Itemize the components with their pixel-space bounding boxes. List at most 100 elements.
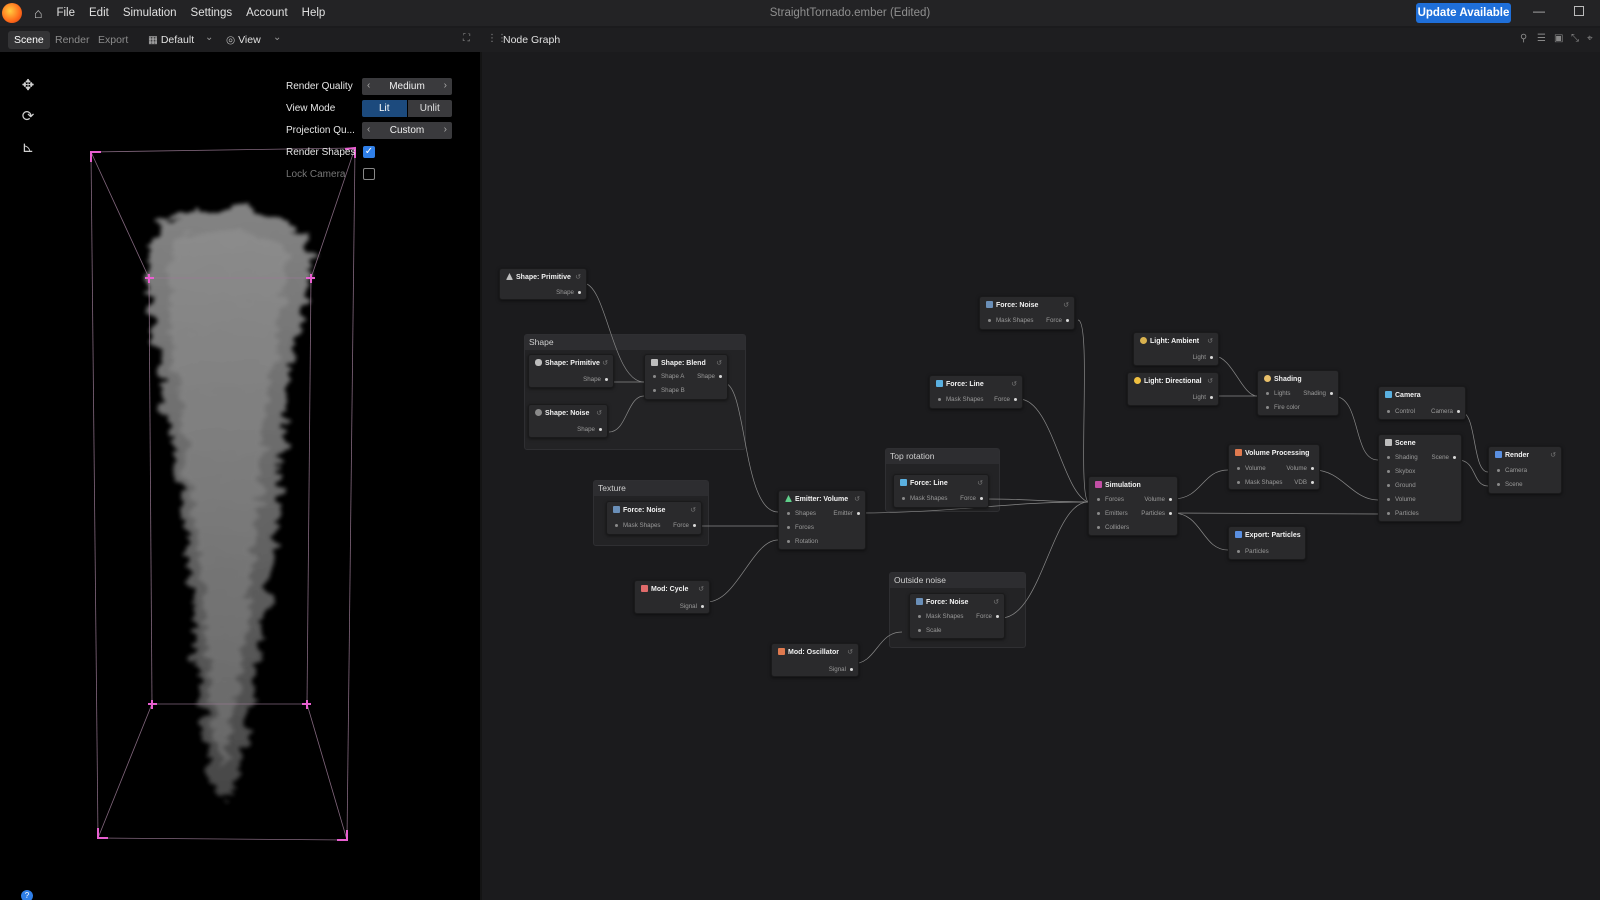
port-out-shape[interactable]: Shape xyxy=(583,376,608,383)
menu-file[interactable]: File xyxy=(56,7,75,19)
port-out-shape[interactable]: Shape xyxy=(697,373,722,380)
app-logo-icon[interactable] xyxy=(2,3,22,23)
move-icon[interactable]: ✥ xyxy=(20,78,36,94)
node-mod-oscillator[interactable]: Mod: Oscillator ↺ Signal xyxy=(771,643,859,677)
collapse-icon[interactable]: ⤡ xyxy=(1571,34,1581,44)
port-in-shape-b[interactable]: Shape B xyxy=(653,387,685,394)
port-out-force[interactable]: Force xyxy=(960,495,983,502)
port-in-forces[interactable]: Forces xyxy=(1097,496,1124,503)
port-out-scene[interactable]: Scene xyxy=(1431,454,1456,461)
port-in-mask-shapes[interactable]: Mask Shapes xyxy=(902,495,948,502)
port-in-ground[interactable]: Ground xyxy=(1387,482,1416,489)
node-shape-primitive-a[interactable]: Shape: Primitive ↺ Shape xyxy=(499,268,587,300)
view-mode-lit[interactable]: Lit xyxy=(362,100,407,117)
reset-icon[interactable]: ↺ xyxy=(1063,301,1069,309)
port-out-shape[interactable]: Shape xyxy=(556,289,581,296)
port-in-mask-shapes[interactable]: Mask Shapes xyxy=(938,396,984,403)
reset-icon[interactable]: ↺ xyxy=(847,648,853,656)
port-out-force[interactable]: Force xyxy=(976,613,999,620)
node-force-noise-texture[interactable]: Force: Noise ↺ Mask Shapes Force xyxy=(606,501,702,535)
port-out-emitter[interactable]: Emitter xyxy=(833,510,860,517)
node-export-particles[interactable]: Export: Particles Particles xyxy=(1228,526,1306,560)
port-in-shading[interactable]: Shading xyxy=(1387,454,1418,461)
axes-icon[interactable]: ⊾ xyxy=(20,140,36,156)
port-in-scale[interactable]: Scale xyxy=(917,627,941,634)
frame-icon[interactable]: ▣ xyxy=(1554,34,1564,44)
node-force-noise-top[interactable]: Force: Noise ↺ Mask Shapes Force xyxy=(979,296,1075,330)
reset-icon[interactable]: ↺ xyxy=(1207,377,1213,385)
node-light-ambient[interactable]: Light: Ambient ↺ Light xyxy=(1133,332,1219,366)
port-out-vdb[interactable]: VDB xyxy=(1294,479,1314,486)
port-in-mask-shapes[interactable]: Mask Shapes xyxy=(1237,479,1283,486)
port-out-force[interactable]: Force xyxy=(1046,317,1069,324)
port-in-fire-color[interactable]: Fire color xyxy=(1266,404,1300,411)
port-out-force[interactable]: Force xyxy=(673,522,696,529)
port-in-rotation[interactable]: Rotation xyxy=(786,538,818,545)
search-icon[interactable]: ⚲ xyxy=(1520,34,1530,44)
3d-viewport[interactable]: ✥ ⟳ ⊾ Render Quality ‹ Medium › View Mod… xyxy=(0,52,480,900)
chevron-right-icon[interactable]: › xyxy=(444,124,447,135)
port-out-light[interactable]: Light xyxy=(1193,394,1214,401)
port-out-force[interactable]: Force xyxy=(994,396,1017,403)
rotate-icon[interactable]: ⟳ xyxy=(20,109,36,125)
port-in-volume[interactable]: Volume xyxy=(1387,496,1416,503)
port-out-volume[interactable]: Volume xyxy=(1286,465,1314,472)
node-light-directional[interactable]: Light: Directional ↺ Light xyxy=(1127,372,1219,406)
menu-account[interactable]: Account xyxy=(246,7,288,19)
reset-icon[interactable]: ↺ xyxy=(993,598,999,606)
port-in-mask-shapes[interactable]: Mask Shapes xyxy=(615,522,661,529)
port-out-shading[interactable]: Shading xyxy=(1303,390,1333,397)
home-icon[interactable]: ⌂ xyxy=(34,5,42,21)
port-out-signal[interactable]: Signal xyxy=(829,666,854,673)
node-shape-primitive-b[interactable]: Shape: Primitive ↺ Shape xyxy=(528,354,614,388)
render-quality-stepper[interactable]: ‹ Medium › xyxy=(362,78,452,95)
node-shading[interactable]: Shading Lights Fire color Shading xyxy=(1257,370,1339,416)
port-in-scene[interactable]: Scene xyxy=(1497,481,1523,488)
reset-icon[interactable]: ↺ xyxy=(1207,337,1213,345)
help-icon[interactable]: ? xyxy=(21,890,33,900)
projection-stepper[interactable]: ‹ Custom › xyxy=(362,122,452,139)
maximize-icon[interactable] xyxy=(1574,6,1584,16)
reset-icon[interactable]: ↺ xyxy=(977,479,983,487)
port-in-mask-shapes[interactable]: Mask Shapes xyxy=(918,613,964,620)
reset-icon[interactable]: ↺ xyxy=(602,359,608,367)
node-render[interactable]: Render ↺ Camera Scene xyxy=(1488,446,1562,494)
menu-settings[interactable]: Settings xyxy=(191,7,233,19)
reset-icon[interactable]: ↺ xyxy=(698,585,704,593)
reset-icon[interactable]: ↺ xyxy=(716,359,722,367)
menu-help[interactable]: Help xyxy=(302,7,326,19)
port-in-forces[interactable]: Forces xyxy=(787,524,814,531)
focus-icon[interactable]: ⌖ xyxy=(1587,34,1597,44)
port-out-particles[interactable]: Particles xyxy=(1141,510,1172,517)
node-shape-noise[interactable]: Shape: Noise ↺ Shape xyxy=(528,404,608,438)
port-out-camera[interactable]: Camera xyxy=(1431,408,1461,415)
port-in-camera[interactable]: Camera xyxy=(1496,467,1527,474)
port-out-signal[interactable]: Signal xyxy=(680,603,705,610)
node-camera[interactable]: Camera Control Camera xyxy=(1378,386,1466,420)
reset-icon[interactable]: ↺ xyxy=(1011,380,1017,388)
port-in-colliders[interactable]: Colliders xyxy=(1096,524,1129,531)
menu-edit[interactable]: Edit xyxy=(89,7,109,19)
tab-render[interactable]: Render xyxy=(49,31,95,49)
node-simulation[interactable]: Simulation Forces Emitters Colliders Vol… xyxy=(1088,476,1178,536)
port-in-particles[interactable]: Particles xyxy=(1237,548,1269,555)
node-graph-canvas[interactable]: Shape Texture Top rotation Outside noise xyxy=(482,52,1600,900)
port-out-volume[interactable]: Volume xyxy=(1144,496,1172,503)
minimize-icon[interactable]: — xyxy=(1533,4,1545,18)
node-mod-cycle[interactable]: Mod: Cycle ↺ Signal xyxy=(634,580,710,614)
list-icon[interactable]: ☰ xyxy=(1537,34,1547,44)
port-in-lights[interactable]: Lights xyxy=(1266,390,1291,397)
port-out-light[interactable]: Light xyxy=(1193,354,1214,361)
node-shape-blend[interactable]: Shape: Blend ↺ Shape A Shape B Shape xyxy=(644,354,728,400)
update-available-button[interactable]: Update Available xyxy=(1416,3,1511,23)
view-dropdown[interactable]: ◎ View xyxy=(226,31,261,49)
reset-icon[interactable]: ↺ xyxy=(854,495,860,503)
tab-export[interactable]: Export xyxy=(92,31,134,49)
chevron-down-icon[interactable]: ⌄ xyxy=(273,32,281,43)
reset-icon[interactable]: ↺ xyxy=(1550,451,1556,459)
port-in-shapes[interactable]: Shapes xyxy=(787,510,816,517)
tab-scene[interactable]: Scene xyxy=(8,31,50,49)
node-emitter-volume[interactable]: Emitter: Volume ↺ Shapes Forces Rotation… xyxy=(778,490,866,550)
node-force-line-a[interactable]: Force: Line ↺ Mask Shapes Force xyxy=(929,375,1023,409)
node-volume-processing[interactable]: Volume Processing Volume Mask Shapes Vol… xyxy=(1228,444,1320,490)
